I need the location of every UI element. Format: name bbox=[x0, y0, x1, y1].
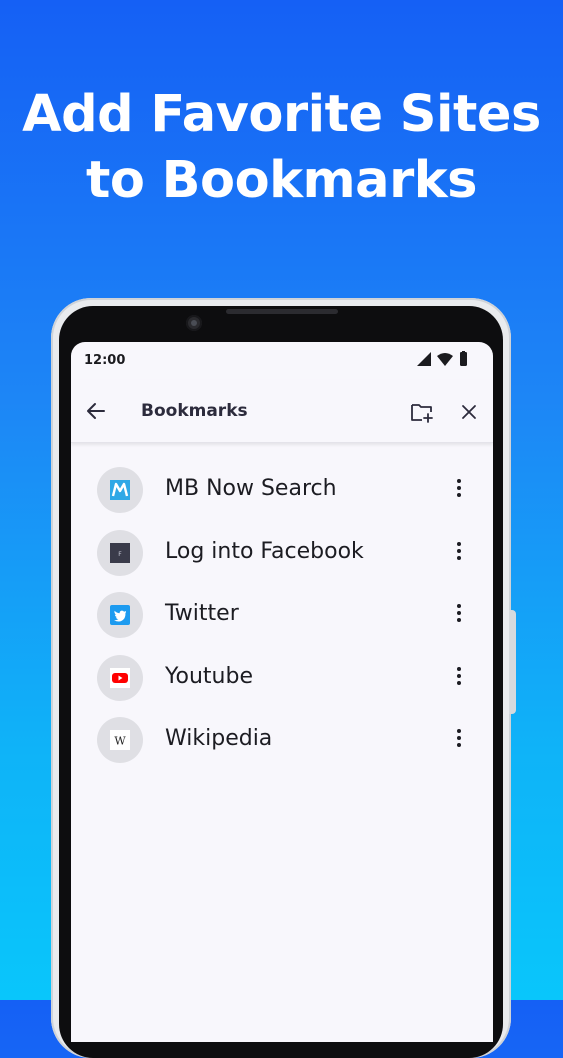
signal-icon bbox=[417, 352, 431, 366]
status-bar: 12:00 bbox=[71, 342, 493, 380]
bookmark-title: Wikipedia bbox=[165, 726, 273, 751]
bookmark-item-youtube[interactable]: Youtube bbox=[71, 650, 493, 713]
add-folder-icon[interactable] bbox=[409, 399, 435, 425]
mb-now-search-favicon bbox=[97, 467, 143, 513]
more-vert-icon[interactable] bbox=[447, 476, 471, 500]
facebook-favicon-letter: F bbox=[118, 551, 122, 558]
more-vert-icon[interactable] bbox=[447, 664, 471, 688]
phone-screen: 12:00 Bookmarks MB Now Search F Log into… bbox=[71, 342, 493, 1042]
wikipedia-favicon-letter: W bbox=[114, 735, 126, 748]
more-vert-icon[interactable] bbox=[447, 726, 471, 750]
bookmark-item-twitter[interactable]: Twitter bbox=[71, 587, 493, 650]
phone-speaker bbox=[226, 309, 338, 314]
youtube-favicon bbox=[97, 654, 143, 701]
more-vert-icon[interactable] bbox=[447, 539, 471, 563]
status-icons bbox=[417, 351, 481, 367]
battery-icon bbox=[460, 351, 467, 366]
close-icon[interactable] bbox=[457, 400, 481, 424]
twitter-favicon bbox=[97, 592, 143, 638]
promo-headline-line2: to Bookmarks bbox=[85, 151, 478, 210]
promo-headline: Add Favorite Sites to Bookmarks bbox=[0, 82, 563, 214]
app-bar: Bookmarks bbox=[71, 380, 493, 443]
page-title: Bookmarks bbox=[141, 401, 248, 421]
bookmark-list: MB Now Search F Log into Facebook Twitte… bbox=[71, 462, 493, 775]
bookmark-item-mb-now-search[interactable]: MB Now Search bbox=[71, 462, 493, 525]
facebook-favicon: F bbox=[97, 529, 143, 576]
phone-camera bbox=[186, 315, 202, 331]
bookmark-title: Youtube bbox=[165, 663, 253, 689]
back-arrow-icon[interactable] bbox=[83, 398, 109, 424]
promo-headline-line1: Add Favorite Sites bbox=[22, 85, 541, 144]
bookmark-item-wikipedia[interactable]: W Wikipedia bbox=[71, 712, 493, 775]
bookmark-title: MB Now Search bbox=[165, 476, 337, 501]
more-vert-icon[interactable] bbox=[447, 601, 471, 625]
bookmark-title: Twitter bbox=[165, 601, 239, 626]
status-time: 12:00 bbox=[84, 353, 126, 368]
wikipedia-favicon: W bbox=[97, 717, 143, 763]
phone-side-button bbox=[509, 610, 516, 714]
bookmark-item-facebook[interactable]: F Log into Facebook bbox=[71, 525, 493, 588]
wifi-icon bbox=[437, 353, 453, 366]
bookmark-title: Log into Facebook bbox=[165, 538, 364, 564]
